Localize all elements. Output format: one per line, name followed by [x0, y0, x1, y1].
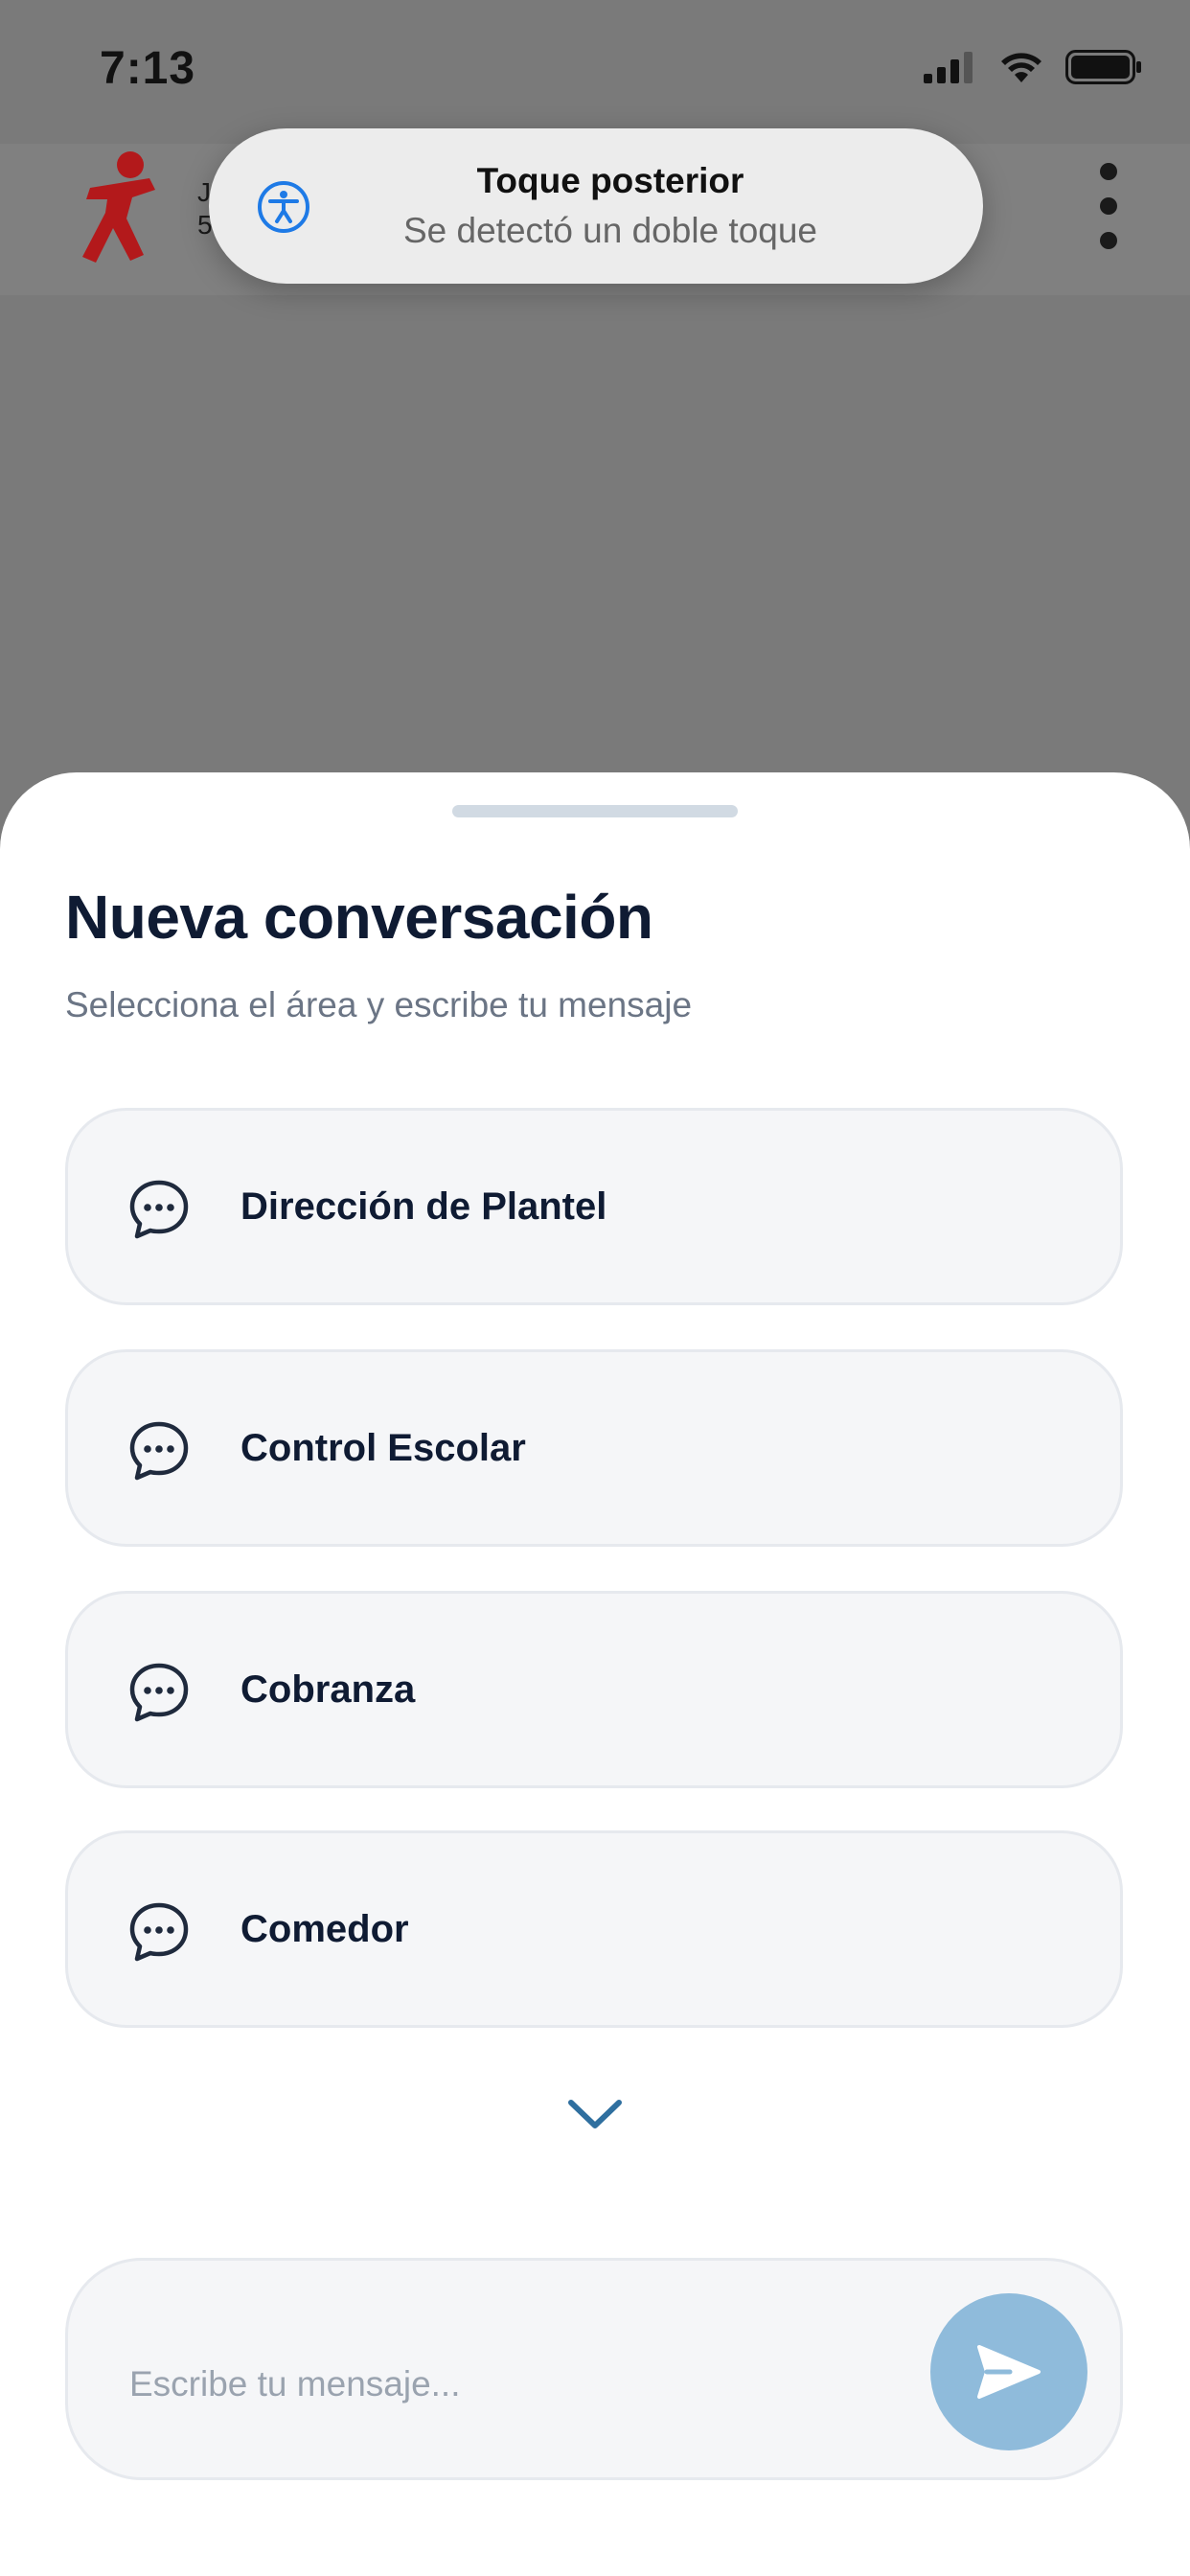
area-option-cobranza[interactable]: Cobranza	[65, 1591, 1123, 1788]
toast-title: Toque posterior	[476, 161, 744, 200]
new-conversation-sheet: Nueva conversación Selecciona el área y …	[0, 772, 1190, 2576]
chat-bubble-icon	[129, 1902, 189, 1962]
area-option-control-escolar[interactable]: Control Escolar	[65, 1349, 1123, 1547]
toast-subtitle: Se detectó un doble toque	[402, 211, 818, 250]
chat-bubble-icon	[129, 1180, 189, 1239]
area-option-label: Dirección de Plantel	[240, 1185, 607, 1228]
area-option-label: Comedor	[240, 1908, 409, 1950]
chevron-down-icon[interactable]	[563, 2095, 627, 2133]
cellular-signal-icon	[924, 52, 973, 83]
sheet-drag-handle[interactable]	[452, 805, 738, 817]
chat-bubble-icon	[129, 1421, 189, 1481]
app-logo-icon[interactable]	[63, 150, 169, 264]
battery-icon	[1065, 50, 1141, 84]
message-input[interactable]	[127, 2357, 898, 2412]
sheet-subtitle: Selecciona el área y escribe tu mensaje	[65, 985, 693, 1024]
send-button[interactable]	[930, 2293, 1087, 2450]
area-option-comedor[interactable]: Comedor	[65, 1830, 1123, 2028]
back-tap-toast: Toque posterior Se detectó un doble toqu…	[209, 128, 983, 284]
wifi-icon	[1001, 53, 1041, 82]
status-time: 7:13	[100, 43, 196, 94]
area-option-label: Control Escolar	[240, 1427, 526, 1469]
chat-bubble-icon	[129, 1663, 189, 1722]
send-icon	[977, 2345, 1041, 2399]
sheet-title: Nueva conversación	[65, 883, 653, 952]
system-icons	[924, 50, 1142, 84]
status-bar: 7:13	[0, 0, 1190, 144]
more-options-icon[interactable]	[1094, 163, 1123, 249]
message-composer	[65, 2258, 1123, 2480]
area-option-label: Cobranza	[240, 1668, 416, 1711]
area-option-direccion[interactable]: Dirección de Plantel	[65, 1108, 1123, 1305]
